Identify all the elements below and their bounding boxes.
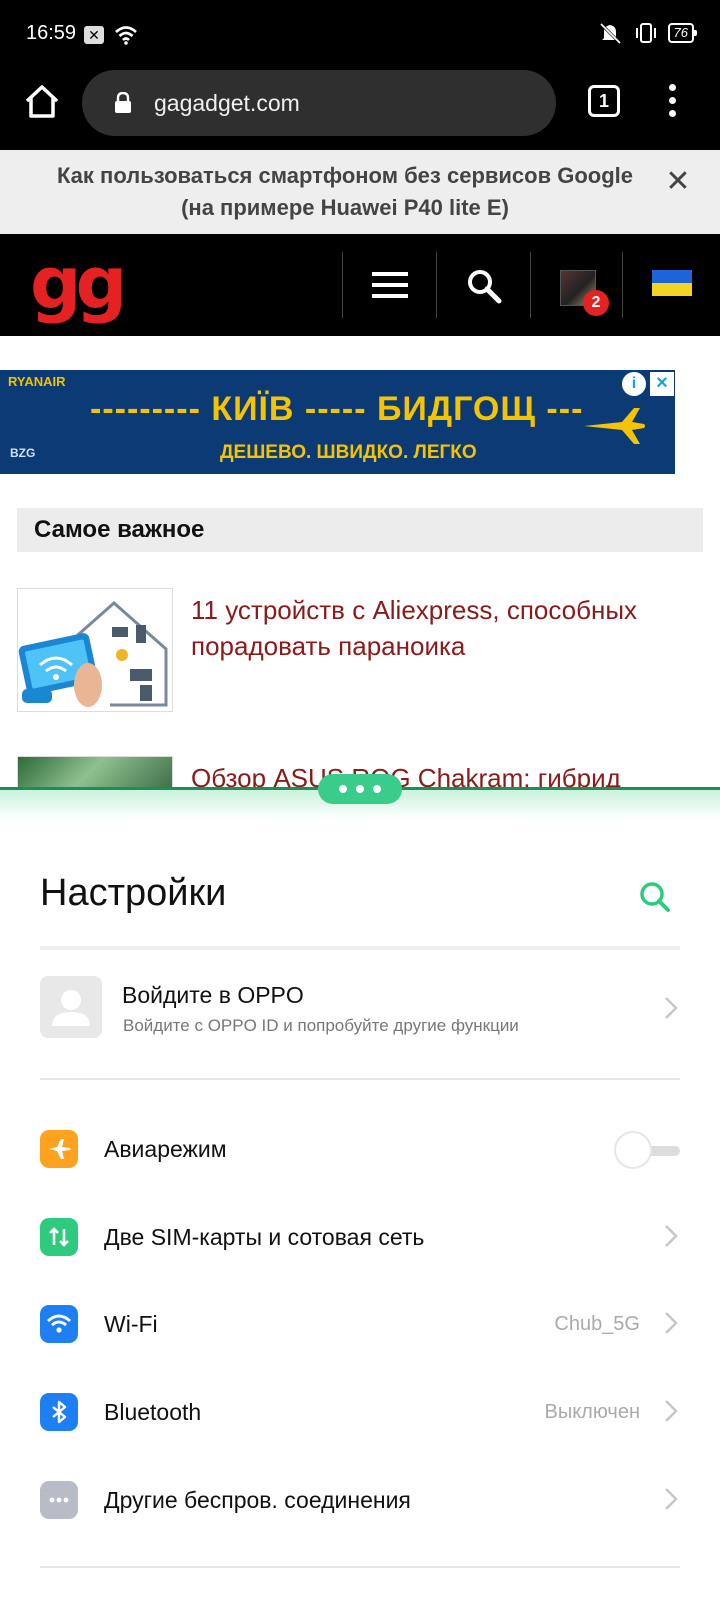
search-icon[interactable] [464,266,504,306]
setting-other-wireless[interactable]: Другие беспров. соединения [40,1475,680,1525]
ad-headline: --------- КИЇВ ----- БИДГОЩ --- [90,390,584,428]
chevron-right-icon [665,997,678,1019]
airplane-mode-toggle[interactable] [614,1130,680,1170]
lock-icon [115,92,131,113]
airplane-icon [584,408,645,444]
notification-badge: 2 [583,290,609,316]
article-thumbnail[interactable] [17,588,173,712]
chevron-right-icon [665,1312,678,1334]
ukraine-flag-icon[interactable] [652,270,692,296]
home-icon[interactable] [22,82,62,122]
split-screen-handle[interactable] [318,774,402,804]
banner-close-icon[interactable]: ✕ [664,167,692,197]
header-divider [342,252,343,318]
setting-value: Chub_5G [554,1313,640,1335]
article-item[interactable]: 11 устройств с Aliexpress, способных пор… [17,588,703,714]
bluetooth-icon [40,1393,78,1431]
notification-icon: ✕ [84,26,104,44]
ad-brand: RYANAIR [8,374,66,389]
chevron-right-icon [665,1225,678,1247]
article-thumbnail[interactable] [17,756,173,788]
airplane-icon [40,1130,78,1168]
settings-title: Настройки [40,872,227,914]
search-icon[interactable] [638,880,672,914]
section-header: Самое важное [17,508,703,552]
setting-bluetooth[interactable]: Bluetooth Выключен [40,1387,680,1437]
setting-airplane-mode[interactable]: Авиарежим [40,1124,680,1174]
divider [40,946,680,950]
setting-value: Выключен [544,1401,640,1423]
account-avatar-icon [40,976,102,1038]
more-menu-icon[interactable] [660,84,684,120]
status-bar: 16:59 ✕ 76 [0,0,720,70]
ad-close-icon[interactable]: × [650,372,674,396]
more-icon [40,1481,78,1519]
wifi-signal-icon [115,26,137,45]
status-time: 16:59 [26,22,77,44]
article-suggestion-banner[interactable]: Как пользоваться смартфоном без сервисов… [0,150,720,234]
setting-label: Wi-Fi [104,1311,158,1337]
banner-text[interactable]: Как пользоваться смартфоном без сервисов… [40,160,650,224]
chevron-right-icon [665,1488,678,1510]
ad-banner[interactable]: RYANAIR --------- КИЇВ ----- БИДГОЩ --- … [0,370,675,474]
ad-logo: BZG [10,446,36,460]
chevron-right-icon [665,1400,678,1422]
setting-label: Две SIM-карты и сотовая сеть [104,1224,425,1250]
account-subtitle: Войдите с OPPO ID и попробуйте другие фу… [123,1016,519,1035]
sim-icon [40,1218,78,1256]
wifi-icon [40,1305,78,1343]
section-title: Самое важное [34,516,205,543]
mute-icon [599,22,621,44]
article-title[interactable]: 11 устройств с Aliexpress, способных пор… [191,592,691,664]
header-divider [622,252,623,318]
battery-indicator: 76 [667,23,698,43]
setting-wifi[interactable]: Wi-Fi Chub_5G [40,1299,680,1349]
url-text: gagadget.com [154,90,300,116]
header-divider [436,252,437,318]
setting-label: Bluetooth [104,1399,202,1425]
ad-info-icon[interactable]: i [622,372,646,396]
oppo-account-row[interactable]: Войдите в OPPO Войдите с OPPO ID и попро… [40,976,680,1040]
vibrate-icon [635,23,656,43]
tab-switcher-button[interactable]: 1 [588,85,620,117]
smart-home-illustration [18,589,172,711]
divider [40,1078,680,1080]
setting-label: Авиарежим [104,1136,227,1162]
setting-dual-sim[interactable]: Две SIM-карты и сотовая сеть [40,1212,680,1262]
setting-label: Другие беспров. соединения [104,1487,411,1513]
site-header: gg 2 [0,234,720,336]
account-title: Войдите в OPPO [122,982,304,1008]
article-title[interactable]: Обзор ASUS ROG Chakram: гибрид [191,760,691,788]
divider [40,1566,680,1568]
address-bar[interactable]: gagadget.com [82,70,556,136]
browser-toolbar: gagadget.com 1 [0,70,720,150]
hamburger-menu-icon[interactable] [372,272,408,298]
header-divider [530,252,531,318]
ad-subline: ДЕШЕВО. ШВИДКО. ЛЕГКО [220,442,477,463]
site-logo[interactable]: gg [30,247,127,319]
